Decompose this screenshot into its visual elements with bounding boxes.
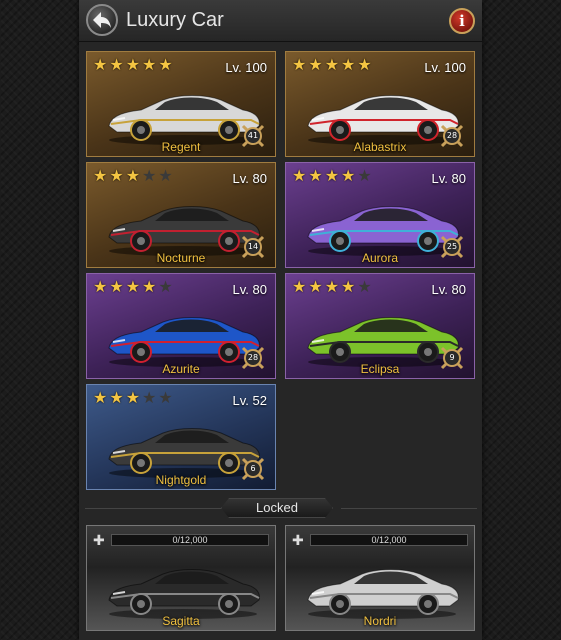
rating-stars: ★ ★ ★ ★ ★ <box>93 391 173 407</box>
car-name: Eclipsa <box>360 362 400 376</box>
info-button[interactable]: i <box>449 8 475 34</box>
star-icon: ★ <box>142 168 157 185</box>
badge-count: 6 <box>250 464 256 473</box>
progress-text: 0/12,000 <box>172 535 208 545</box>
back-arrow-icon <box>93 12 111 28</box>
badge-count: 28 <box>446 131 458 140</box>
star-icon: ★ <box>158 279 173 296</box>
badge-count: 28 <box>247 353 259 362</box>
star-icon: ★ <box>142 57 157 74</box>
star-icon: ★ <box>357 168 372 185</box>
star-icon: ★ <box>292 168 307 185</box>
car-level: Lv. 100 <box>424 60 466 75</box>
rating-stars: ★ ★ ★ ★ ★ <box>292 280 372 296</box>
divider-line-right <box>341 508 477 509</box>
star-icon: ★ <box>308 57 323 74</box>
car-name: Regent <box>161 140 201 154</box>
blueprint-progress-bar: 0/12,000 <box>310 534 468 546</box>
star-icon: ★ <box>109 168 124 185</box>
star-icon: ★ <box>292 57 307 74</box>
car-level: Lv. 80 <box>232 171 267 186</box>
car-card[interactable]: ★ ★ ★ ★ ★ Lv. 80 25 Aurora <box>285 162 475 268</box>
rating-stars: ★ ★ ★ ★ ★ <box>292 169 372 185</box>
star-icon: ★ <box>341 57 356 74</box>
star-icon: ★ <box>357 57 372 74</box>
star-icon: ★ <box>109 390 124 407</box>
star-icon: ★ <box>158 390 173 407</box>
star-icon: ★ <box>125 57 141 74</box>
car-name: Nightgold <box>155 473 207 487</box>
car-name: Aurora <box>361 251 399 265</box>
car-level: Lv. 100 <box>225 60 267 75</box>
star-icon: ★ <box>109 57 124 74</box>
star-icon: ★ <box>93 168 108 185</box>
star-icon: ★ <box>109 279 124 296</box>
badge-count: 14 <box>247 242 259 251</box>
badge-count: 41 <box>247 131 259 140</box>
locked-car-card[interactable]: ✚ 0/12,000 Nordri <box>285 525 475 631</box>
car-level: Lv. 52 <box>232 393 267 408</box>
star-icon: ★ <box>158 168 173 185</box>
car-name: Nocturne <box>156 251 206 265</box>
star-icon: ★ <box>142 390 157 407</box>
car-name: Nordri <box>363 614 397 628</box>
car-level: Lv. 80 <box>431 171 466 186</box>
car-card[interactable]: ★ ★ ★ ★ ★ Lv. 100 28 Alabastrix <box>285 51 475 157</box>
star-icon: ★ <box>93 279 108 296</box>
blueprint-progress-bar: 0/12,000 <box>111 534 269 546</box>
back-button[interactable] <box>86 4 118 36</box>
star-icon: ★ <box>324 279 340 296</box>
progress-text: 0/12,000 <box>371 535 407 545</box>
rating-stars: ★ ★ ★ ★ ★ <box>93 169 173 185</box>
badge-count: 25 <box>446 242 458 251</box>
star-icon: ★ <box>158 57 173 74</box>
divider-line-left <box>85 508 221 509</box>
car-image <box>108 569 260 619</box>
car-image <box>307 569 459 619</box>
car-card[interactable]: ★ ★ ★ ★ ★ Lv. 52 6 Nightgold <box>86 384 276 490</box>
star-icon: ★ <box>308 168 323 185</box>
locked-section-label: Locked <box>221 498 333 518</box>
star-icon: ★ <box>324 168 340 185</box>
car-card[interactable]: ★ ★ ★ ★ ★ Lv. 80 9 Eclipsa <box>285 273 475 379</box>
car-card[interactable]: ★ ★ ★ ★ ★ Lv. 100 41 Regent <box>86 51 276 157</box>
rating-stars: ★ ★ ★ ★ ★ <box>292 58 372 74</box>
star-icon: ★ <box>308 279 323 296</box>
car-level: Lv. 80 <box>431 282 466 297</box>
car-card[interactable]: ★ ★ ★ ★ ★ Lv. 80 14 Nocturne <box>86 162 276 268</box>
car-name: Alabastrix <box>353 140 407 154</box>
star-icon: ★ <box>357 279 372 296</box>
page-title: Luxury Car <box>126 9 224 31</box>
puzzle-piece-icon: ✚ <box>93 532 105 548</box>
star-icon: ★ <box>341 279 356 296</box>
star-icon: ★ <box>142 279 157 296</box>
star-icon: ★ <box>125 279 141 296</box>
star-icon: ★ <box>125 390 141 407</box>
star-icon: ★ <box>125 168 141 185</box>
car-name: Sagitta <box>162 614 200 628</box>
star-icon: ★ <box>341 168 356 185</box>
car-card[interactable]: ★ ★ ★ ★ ★ Lv. 80 28 Azurite <box>86 273 276 379</box>
rating-stars: ★ ★ ★ ★ ★ <box>93 280 173 296</box>
badge-count: 9 <box>449 353 455 362</box>
star-icon: ★ <box>93 390 108 407</box>
car-name: Azurite <box>162 362 200 376</box>
star-icon: ★ <box>292 279 307 296</box>
star-icon: ★ <box>93 57 108 74</box>
star-icon: ★ <box>324 57 340 74</box>
puzzle-piece-icon: ✚ <box>292 532 304 548</box>
locked-car-card[interactable]: ✚ 0/12,000 Sagitta <box>86 525 276 631</box>
rating-stars: ★ ★ ★ ★ ★ <box>93 58 173 74</box>
car-level: Lv. 80 <box>232 282 267 297</box>
